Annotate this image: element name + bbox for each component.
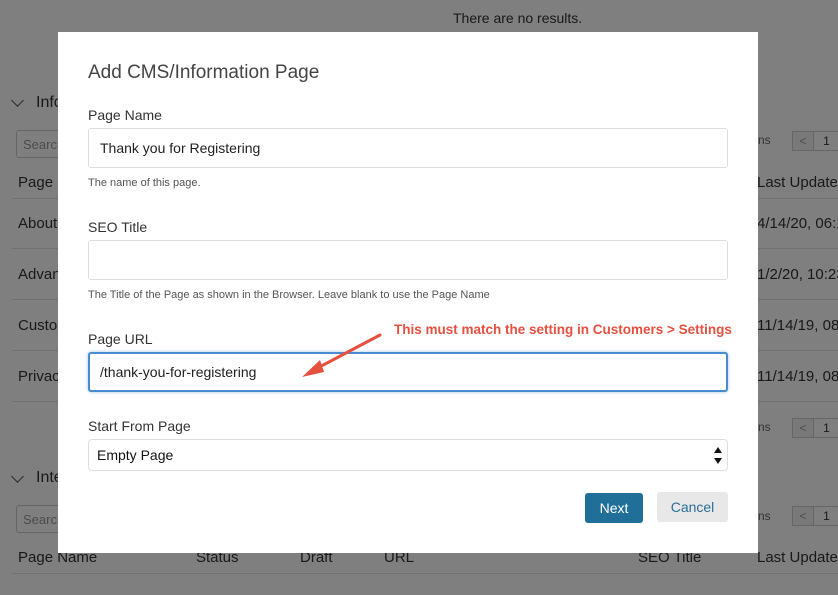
select-arrows-icon: [714, 447, 722, 464]
page-url-label: Page URL: [88, 331, 153, 347]
seo-title-label: SEO Title: [88, 219, 148, 235]
seo-title-input[interactable]: [88, 240, 728, 280]
next-button[interactable]: Next: [585, 493, 643, 523]
start-from-page-label: Start From Page: [88, 418, 191, 434]
start-from-page-select[interactable]: Empty Page: [88, 439, 728, 471]
start-from-page-value: Empty Page: [97, 447, 174, 463]
page-name-help: The name of this page.: [88, 177, 201, 189]
page-name-input[interactable]: Thank you for Registering: [88, 128, 728, 168]
page-name-label: Page Name: [88, 107, 162, 123]
seo-title-help: The Title of the Page as shown in the Br…: [88, 289, 490, 301]
dialog-title: Add CMS/Information Page: [88, 62, 320, 83]
add-cms-page-dialog: Add CMS/Information Page Page Name Thank…: [58, 32, 758, 553]
arrow-icon: [302, 333, 382, 377]
cancel-button[interactable]: Cancel: [657, 492, 728, 522]
